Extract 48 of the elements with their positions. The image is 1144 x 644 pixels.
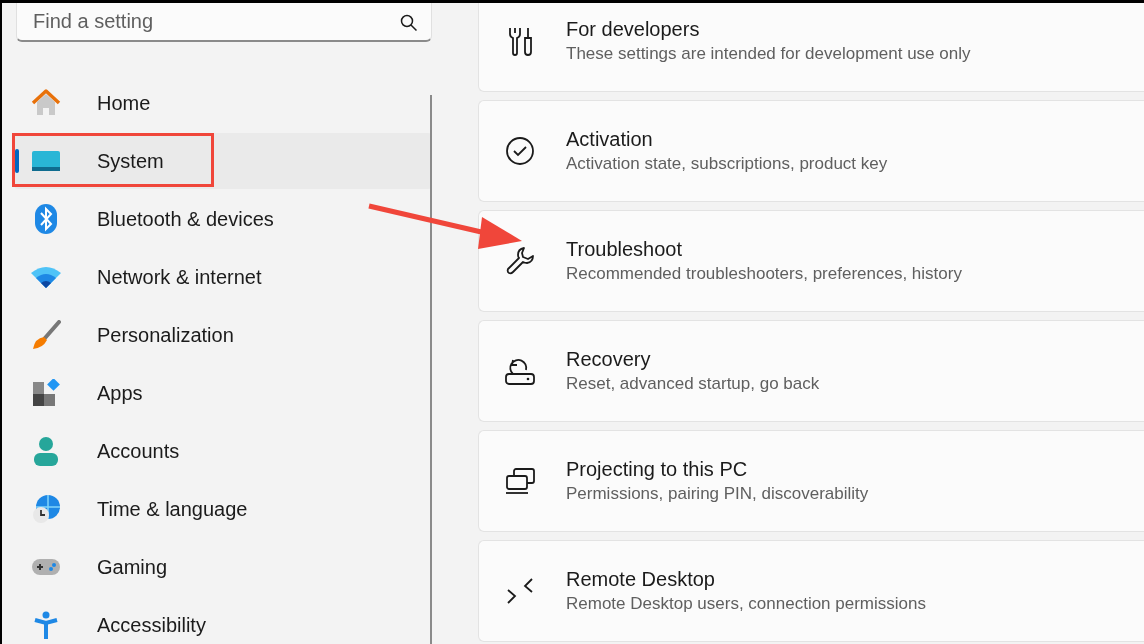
sidebar-item[interactable]: Gaming — [14, 539, 432, 595]
card-title: Activation — [566, 128, 654, 151]
gamepad-icon — [31, 556, 61, 578]
card-title: Recovery — [566, 348, 652, 371]
remote-desktop-icon — [506, 576, 534, 606]
checkmark-circle-icon — [505, 136, 535, 166]
sidebar-item[interactable]: Accessibility — [14, 597, 432, 644]
sidebar-item[interactable]: Bluetooth & devices — [14, 191, 432, 247]
sidebar-item[interactable]: Home — [14, 75, 432, 131]
search-icon — [400, 14, 418, 32]
settings-card[interactable]: Recovery Reset, advanced startup, go back — [478, 320, 1144, 422]
card-title: Troubleshoot — [566, 238, 683, 261]
settings-card[interactable]: Remote Desktop Remote Desktop users, connection permissions — [478, 540, 1144, 642]
settings-card[interactable]: Troubleshoot Recommended troubleshooters, preferences, history — [478, 210, 1144, 312]
tools-icon — [506, 26, 534, 56]
settings-card[interactable]: Projecting to this PC Permissions, pairing PIN, discoverability — [478, 430, 1144, 532]
card-description: Permissions, pairing PIN, discoverability — [566, 484, 869, 504]
card-description: Remote Desktop users, connection permissions — [566, 594, 926, 614]
sidebar-item[interactable]: Apps — [14, 365, 432, 421]
paintbrush-icon — [31, 320, 61, 350]
sidebar-item[interactable]: Accounts — [14, 423, 432, 479]
card-description: Recommended troubleshooters, preferences, history — [566, 264, 962, 284]
wifi-icon — [31, 265, 61, 289]
accessibility-icon — [33, 611, 59, 639]
sidebar-item[interactable]: Personalization — [14, 307, 432, 363]
card-title: Projecting to this PC — [566, 458, 749, 481]
selection-indicator — [15, 149, 19, 173]
card-description: Activation state, subscriptions, product key — [566, 154, 888, 174]
wrench-icon — [505, 246, 535, 276]
search-field[interactable]: Find a setting — [16, 3, 432, 42]
scrollbar[interactable] — [430, 95, 432, 644]
person-icon — [33, 436, 59, 466]
settings-card[interactable]: For developers These settings are intended for development use only — [478, 3, 1144, 92]
card-description: These settings are intended for development use only — [566, 44, 971, 64]
sidebar-item[interactable]: Network & internet — [14, 249, 432, 305]
card-title: Remote Desktop — [566, 568, 716, 591]
sidebar-item[interactable]: Time & language — [14, 481, 432, 537]
house-icon — [31, 88, 61, 118]
apps-icon — [32, 379, 60, 407]
globe-clock-icon — [31, 494, 61, 524]
settings-card[interactable]: Activation Activation state, subscriptions, product key — [478, 100, 1144, 202]
overlapping-screens-icon — [504, 467, 536, 495]
card-title: For developers — [566, 18, 701, 41]
monitor-icon — [31, 149, 61, 173]
sidebar-item[interactable]: System — [14, 133, 432, 189]
bluetooth-icon — [34, 203, 58, 235]
recovery-drive-icon — [504, 356, 536, 386]
card-description: Reset, advanced startup, go back — [566, 374, 820, 394]
